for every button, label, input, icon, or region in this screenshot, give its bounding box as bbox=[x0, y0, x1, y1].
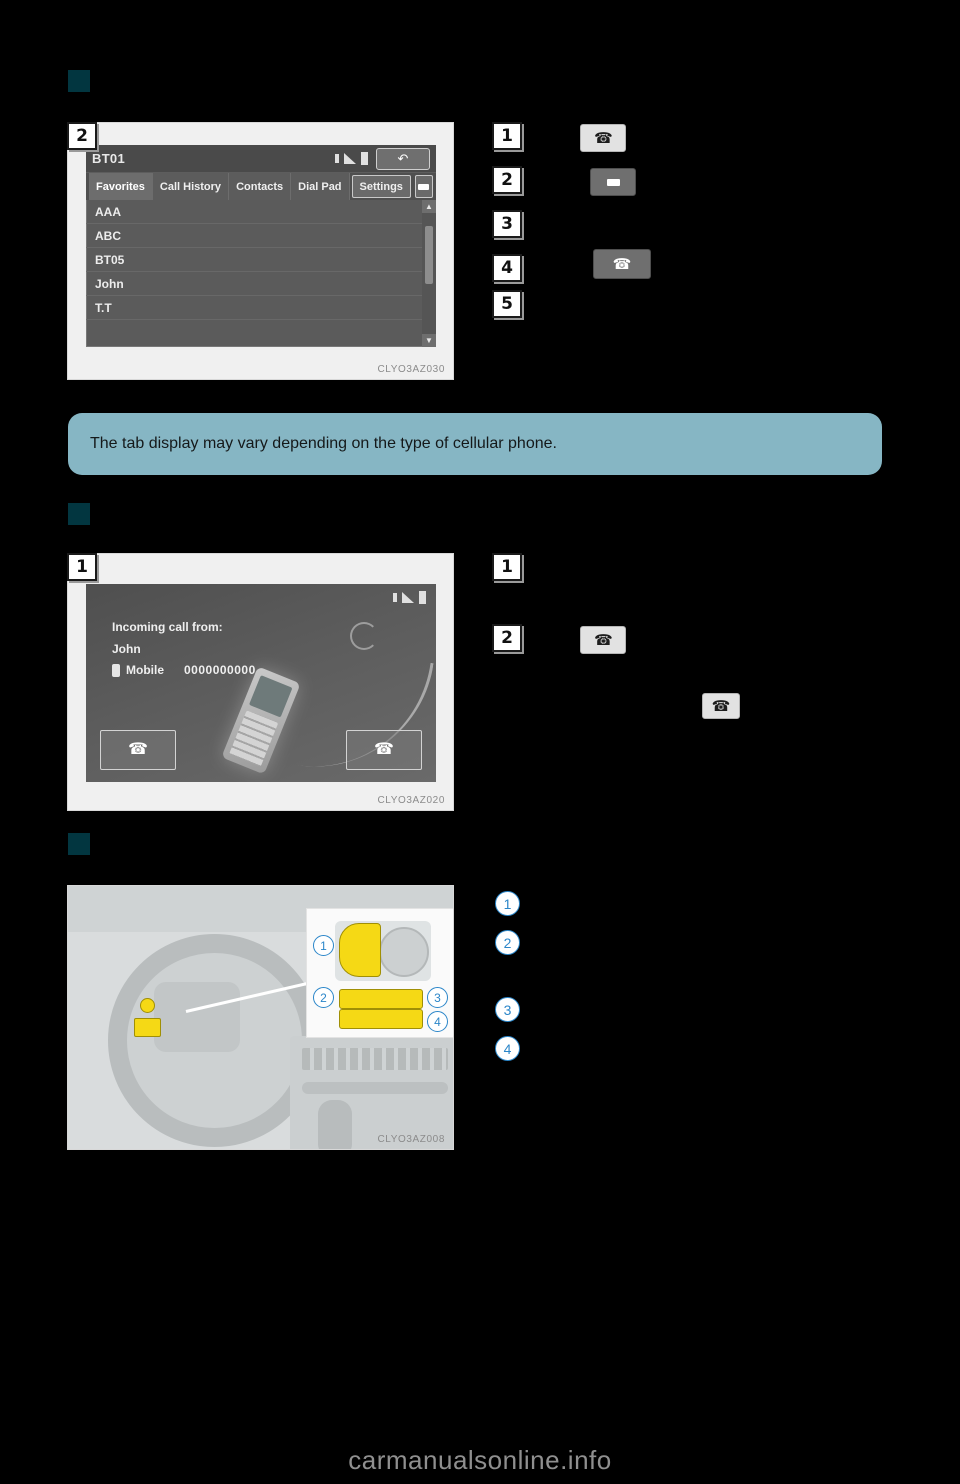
figure-caption: CLYO3AZ008 bbox=[377, 1134, 445, 1145]
nav-screen-phone-list: BT01 ↶ Favorites Call History Contacts D… bbox=[86, 145, 436, 347]
highlight-talk-switch bbox=[339, 923, 381, 977]
list-item[interactable]: ABC bbox=[86, 224, 436, 248]
nav-screen-incoming-call: Incoming call from: John Mobile 00000000… bbox=[86, 584, 436, 782]
tab-dial-pad[interactable]: Dial Pad bbox=[291, 173, 350, 200]
manual-page: 2 BT01 ↶ Favorites Call History Contacts… bbox=[0, 0, 960, 1484]
item-3: 3 bbox=[492, 210, 532, 238]
figure-phone-list: 2 BT01 ↶ Favorites Call History Contacts… bbox=[67, 122, 454, 380]
item-2: 2 bbox=[492, 166, 532, 194]
caller-number-row: Mobile 0000000000 bbox=[112, 663, 256, 677]
inset-callout-2: 2 bbox=[313, 987, 334, 1008]
steering-wheel-hub bbox=[154, 982, 240, 1052]
phone-hangup-icon: ☎ bbox=[702, 693, 740, 719]
phone-handset-icon: ☎ bbox=[593, 249, 651, 279]
item-number-badge: 1 bbox=[492, 122, 522, 150]
answer-call-button[interactable]: ☎ bbox=[100, 730, 176, 770]
item-1: 1 bbox=[492, 122, 532, 150]
back-arrow-icon[interactable]: ↶ bbox=[376, 147, 430, 170]
info-callout: The tab display may vary depending on th… bbox=[68, 413, 882, 475]
item-number-badge: 5 bbox=[492, 290, 522, 318]
figure-steering-wheel-photo: 1 2 3 4 CLYO3AZ008 bbox=[67, 885, 454, 1150]
item-circle-badge: 3 bbox=[495, 997, 520, 1022]
highlighted-switch-pad bbox=[134, 1018, 161, 1037]
item-number-badge: 1 bbox=[492, 553, 522, 581]
item-number-badge: 3 bbox=[492, 210, 522, 238]
tab-favorites[interactable]: Favorites bbox=[89, 173, 153, 200]
battery-icon bbox=[361, 152, 368, 165]
highlight-offhook-switch bbox=[339, 989, 423, 1009]
list-scrollbar[interactable]: ▲ ▼ bbox=[422, 200, 436, 347]
screen-header: BT01 ↶ bbox=[86, 145, 436, 173]
item-3: 3 bbox=[495, 997, 530, 1022]
section-marker-icon bbox=[68, 503, 90, 525]
bluetooth-icon bbox=[393, 593, 397, 602]
handset-icon[interactable] bbox=[414, 175, 433, 198]
scroll-down-icon[interactable]: ▼ bbox=[422, 334, 436, 347]
tab-contacts[interactable]: Contacts bbox=[229, 173, 292, 200]
bluetooth-icon bbox=[335, 154, 339, 163]
item-circle-badge: 4 bbox=[495, 1036, 520, 1061]
item-number-badge: 4 bbox=[492, 254, 522, 282]
section-heading-steering-switches bbox=[68, 833, 100, 855]
item-4: 4 bbox=[495, 1036, 530, 1061]
section-heading-incoming-call bbox=[68, 503, 100, 525]
item-number-badge: 2 bbox=[492, 624, 522, 652]
item-circle-badge: 2 bbox=[495, 930, 520, 955]
figure-step-badge: 1 bbox=[67, 553, 97, 581]
list-item[interactable]: John bbox=[86, 272, 436, 296]
figure-caption: CLYO3AZ020 bbox=[377, 795, 445, 806]
list-item[interactable]: BT05 bbox=[86, 248, 436, 272]
info-callout-text: The tab display may vary depending on th… bbox=[90, 435, 557, 452]
phone-off-hook-icon: ☎ bbox=[580, 626, 626, 654]
list-item[interactable]: AAA bbox=[86, 200, 436, 224]
incoming-call-label: Incoming call from: bbox=[112, 620, 223, 634]
inset-callout-3: 3 bbox=[427, 987, 448, 1008]
item-2: 2 bbox=[495, 930, 530, 955]
screen-tabbar: Favorites Call History Contacts Dial Pad… bbox=[86, 173, 436, 200]
highlighted-switch-dial bbox=[140, 998, 155, 1013]
item-2: 2 bbox=[492, 624, 532, 652]
phone-off-hook-icon: ☎ bbox=[580, 124, 626, 152]
signal-icon bbox=[402, 592, 414, 603]
section-marker-icon bbox=[68, 833, 90, 855]
mobile-phone-icon bbox=[112, 663, 120, 677]
figure-caption: CLYO3AZ030 bbox=[377, 364, 445, 375]
highlight-mode-switch bbox=[339, 1009, 423, 1029]
item-1: 1 bbox=[492, 553, 532, 581]
status-icons bbox=[393, 591, 426, 604]
item-number-badge: 2 bbox=[492, 166, 522, 194]
switch-detail-inset: 1 2 3 4 bbox=[306, 908, 453, 1038]
section-heading-phone-list bbox=[68, 70, 100, 92]
center-console bbox=[290, 1036, 453, 1149]
caller-name: John bbox=[112, 642, 141, 656]
gear-shifter bbox=[318, 1100, 352, 1149]
scrollbar-thumb[interactable] bbox=[425, 226, 433, 284]
inset-callout-4: 4 bbox=[427, 1011, 448, 1032]
tab-call-history[interactable]: Call History bbox=[152, 173, 230, 200]
number-type-label: Mobile bbox=[126, 663, 164, 677]
tab-settings[interactable]: Settings bbox=[351, 175, 411, 198]
incoming-call-info: Incoming call from: John Mobile 00000000… bbox=[112, 620, 256, 677]
screen-title: BT01 bbox=[92, 151, 125, 166]
favorites-list: AAA ABC BT05 John T.T ▲ ▼ bbox=[86, 200, 436, 347]
item-1: 1 bbox=[495, 891, 530, 916]
handset-bar-icon bbox=[590, 168, 636, 196]
end-call-button[interactable]: ☎ bbox=[346, 730, 422, 770]
item-5: 5 bbox=[492, 290, 532, 318]
scroll-up-icon[interactable]: ▲ bbox=[422, 200, 436, 213]
list-item[interactable]: T.T bbox=[86, 296, 436, 320]
battery-icon bbox=[419, 591, 426, 604]
inset-callout-1: 1 bbox=[313, 935, 334, 956]
status-icons bbox=[335, 152, 368, 165]
signal-icon bbox=[344, 153, 356, 164]
site-watermark: carmanualsonline.info bbox=[348, 1445, 612, 1475]
figure-step-badge: 2 bbox=[67, 122, 97, 150]
item-4: 4 bbox=[492, 254, 532, 282]
figure-incoming-call: 1 Incoming call from: John Mobile 000000… bbox=[67, 553, 454, 811]
item-circle-badge: 1 bbox=[495, 891, 520, 916]
ringing-indicator-icon bbox=[350, 622, 378, 650]
caller-number: 0000000000 bbox=[184, 663, 256, 677]
section-marker-icon bbox=[68, 70, 90, 92]
